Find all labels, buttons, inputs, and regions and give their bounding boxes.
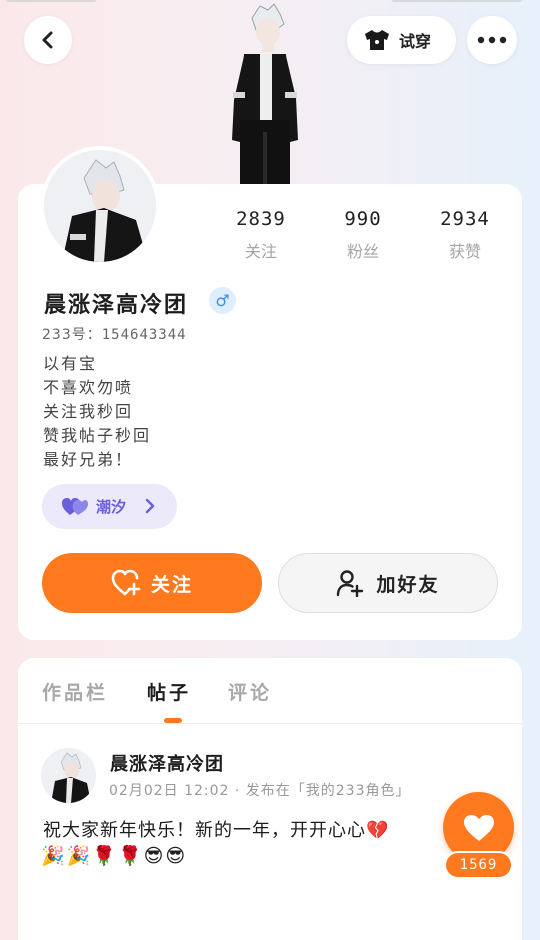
- post-emojis: 🎉🎉🌹🌹😎😎: [41, 845, 188, 867]
- tab-posts[interactable]: 帖子: [147, 678, 191, 705]
- status-left-icons: [6, 0, 96, 2]
- chevron-left-icon: [42, 31, 53, 49]
- add-friend-label: 加好友: [376, 573, 440, 596]
- post-author-name[interactable]: 晨涨泽高冷团: [110, 750, 224, 776]
- follow-label: 关注: [150, 573, 193, 596]
- back-button[interactable]: [24, 16, 72, 64]
- followers-count: 990: [344, 208, 382, 230]
- likes-received-label: 获赞: [448, 242, 481, 261]
- profile-bio: 以有宝 不喜欢勿喷 关注我秒回 赞我帖子秒回 最好兄弟！: [43, 352, 151, 472]
- bio-line: 关注我秒回: [43, 402, 134, 421]
- try-on-label: 试穿: [399, 32, 432, 51]
- character-figure-image: [232, 3, 298, 186]
- follow-button[interactable]: 关注: [42, 553, 262, 613]
- gender-male-icon: ♂: [209, 287, 236, 314]
- following-count: 2839: [236, 208, 286, 230]
- post-meta: 02月02日 12:02 · 发布在「我的233角色」: [109, 783, 411, 799]
- following-stat[interactable]: 2839 关注: [216, 208, 306, 262]
- followers-stat[interactable]: 990 粉丝: [318, 208, 408, 262]
- more-dots-icon: [477, 36, 507, 44]
- try-on-button[interactable]: 试穿: [347, 16, 456, 64]
- heart-plus-icon: [111, 569, 141, 596]
- user-id: 233号：154643344: [42, 324, 187, 344]
- double-heart-icon: [62, 497, 88, 515]
- tab-comments[interactable]: 评论: [228, 678, 272, 705]
- heart-icon: [463, 814, 494, 841]
- tag-pill-button[interactable]: 潮汐: [42, 484, 177, 529]
- bio-line: 不喜欢勿喷: [43, 378, 134, 397]
- user-id-label: 233号：: [42, 327, 102, 343]
- post-author-avatar[interactable]: [41, 748, 96, 803]
- tab-works[interactable]: 作品栏: [42, 678, 108, 705]
- followers-label: 粉丝: [346, 242, 379, 261]
- avatar-image: [44, 150, 156, 262]
- user-id-value: 154643344: [101, 327, 187, 343]
- more-button[interactable]: [467, 16, 517, 64]
- profile-avatar[interactable]: [40, 146, 160, 266]
- status-right-icons: [392, 0, 522, 2]
- post-text[interactable]: 祝大家新年快乐！新的一年，开开心心💔: [43, 816, 453, 842]
- bio-line: 赞我帖子秒回: [43, 426, 152, 445]
- active-tab-indicator: [164, 718, 182, 723]
- like-count: 1569: [444, 851, 513, 879]
- chevron-right-icon: [145, 498, 155, 514]
- bio-line: 最好兄弟！: [43, 450, 134, 469]
- tag-pill-label: 潮汐: [96, 498, 127, 516]
- bio-line: 以有宝: [43, 354, 98, 373]
- likes-received-count: 2934: [440, 208, 490, 230]
- tshirt-icon: [365, 30, 389, 50]
- following-label: 关注: [244, 242, 277, 261]
- avatar-image: [41, 748, 96, 803]
- likes-received-stat[interactable]: 2934 获赞: [420, 208, 510, 262]
- profile-nickname: 晨涨泽高冷团: [44, 293, 189, 318]
- content-tabs: 作品栏 帖子 评论: [18, 658, 522, 724]
- add-friend-button[interactable]: 加好友: [278, 553, 498, 613]
- add-user-icon: [337, 570, 364, 597]
